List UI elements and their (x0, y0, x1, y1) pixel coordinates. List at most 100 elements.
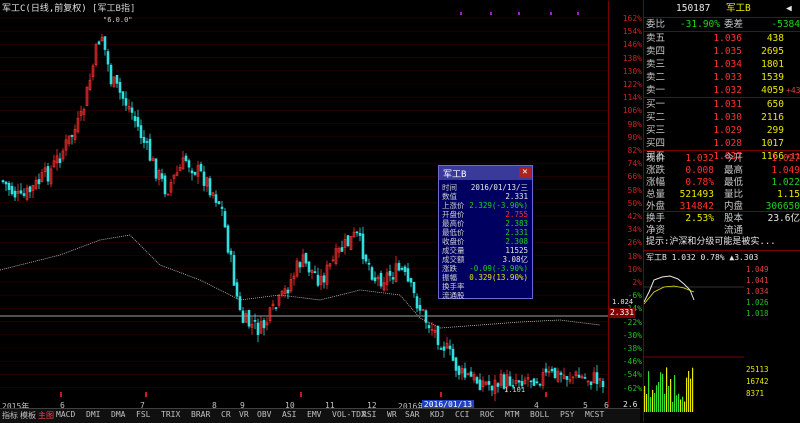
candle-body (115, 75, 119, 84)
tab-mtm[interactable]: MTM (505, 410, 519, 419)
candle-body (316, 274, 320, 286)
candle-body (103, 36, 107, 50)
signal-marker (550, 12, 552, 15)
tab-cci[interactable]: CCI (455, 410, 469, 419)
tab-dma[interactable]: DMA (111, 410, 125, 419)
order-label: 卖二 (646, 72, 666, 83)
order-volume: 4059 (761, 85, 784, 96)
candle-body (133, 116, 137, 122)
tab-kdj[interactable]: KDJ (430, 410, 444, 419)
candle-body (70, 135, 74, 137)
candle-body (163, 175, 167, 195)
tab-brar[interactable]: BRAR (191, 410, 210, 419)
candle-body (529, 380, 533, 383)
kline-info-popup[interactable]: 军工B ✕ 时间 2016/01/13/三 数值 2.331 上涨价 2.329(-3.9… (438, 165, 533, 300)
mini-volume-bar (668, 385, 670, 412)
tab-boll[interactable]: BOLL (530, 410, 549, 419)
event-marker (440, 392, 442, 397)
candle-body (469, 371, 473, 377)
candle-body (37, 179, 41, 185)
mini-price-label: 1.018 (746, 309, 769, 318)
order-label: 买二 (646, 112, 666, 123)
order-row: 卖四 1.035 2695 (644, 45, 800, 58)
tab-emv[interactable]: EMV (307, 410, 321, 419)
tab-fsl[interactable]: FSL (136, 410, 150, 419)
close-icon[interactable]: ✕ (519, 167, 531, 178)
candle-body (463, 368, 467, 378)
mini-footer: 2.6 (623, 400, 638, 409)
tab-asi[interactable]: ASI (282, 410, 296, 419)
candle-body (262, 320, 266, 329)
candle-body (553, 367, 557, 378)
candle-body (193, 171, 197, 175)
candle-body (313, 271, 317, 274)
quote-header: 150187 军工B ◀ (644, 2, 800, 15)
candle-body (361, 233, 365, 260)
mini-price-label: 1.026 (746, 298, 769, 307)
event-marker (60, 392, 62, 397)
tab-dmi[interactable]: DMI (86, 410, 100, 419)
tab-指标[interactable]: 指标 (2, 410, 18, 421)
candle-body (229, 250, 233, 255)
candle-body (475, 377, 479, 384)
candle-body (136, 117, 140, 127)
mini-volume-bar (680, 399, 682, 412)
mini-price-label: 1.049 (746, 265, 769, 274)
panel-expand-icon[interactable]: ◀ (786, 2, 792, 15)
candle-body (97, 41, 101, 45)
tab-vol-tdx[interactable]: VOL-TDX (332, 410, 366, 419)
candle-body (214, 194, 218, 203)
order-price: 1.031 (713, 99, 742, 110)
candle-body (307, 261, 311, 273)
tab-wr[interactable]: WR (387, 410, 397, 419)
candle-body (238, 296, 242, 310)
order-label: 买四 (646, 138, 666, 149)
tab-sar[interactable]: SAR (405, 410, 419, 419)
candle-body (442, 346, 446, 351)
tab-模板[interactable]: 模板 (20, 410, 36, 421)
event-marker (145, 392, 147, 397)
signal-marker (460, 12, 462, 15)
candle-body (340, 247, 344, 252)
candle-body (19, 190, 23, 194)
bibi-row: 委比 -31.90% 委差 -5384 (644, 17, 800, 31)
tab-vr[interactable]: VR (239, 410, 249, 419)
order-volume: 2116 (761, 112, 784, 123)
order-row: 买二 1.030 2116 (644, 111, 800, 124)
candle-body (1, 180, 5, 183)
tab-macd[interactable]: MACD (56, 410, 75, 419)
candle-body (220, 206, 224, 209)
tab-psy[interactable]: PSY (560, 410, 574, 419)
mini-volume-bar (658, 381, 660, 412)
candle-body (589, 381, 593, 386)
candle-body (577, 374, 581, 378)
percent-axis-border (608, 1, 644, 407)
candle-body (457, 366, 461, 375)
tab-mcst[interactable]: MCST (585, 410, 604, 419)
candle-body (58, 158, 62, 163)
tab-trix[interactable]: TRIX (161, 410, 180, 419)
candle-body (409, 278, 413, 283)
signal-marker (490, 12, 492, 15)
order-row: 买三 1.029 299 (644, 124, 800, 137)
event-marker (300, 392, 302, 397)
candle-body (517, 380, 521, 383)
tab-主图[interactable]: 主图 (38, 410, 54, 421)
candle-body (223, 211, 227, 228)
mini-volume-bar (674, 375, 676, 412)
candle-body (400, 267, 404, 270)
order-price: 1.032 (713, 85, 742, 96)
tab-obv[interactable]: OBV (257, 410, 271, 419)
candle-body (520, 381, 524, 386)
candle-body (427, 325, 431, 329)
candle-body (451, 348, 455, 361)
tab-roc[interactable]: ROC (480, 410, 494, 419)
candle-body (13, 190, 17, 198)
tab-cr[interactable]: CR (221, 410, 231, 419)
order-price: 1.029 (713, 125, 742, 136)
mini-volume-label: 25113 (746, 365, 769, 374)
event-marker (545, 392, 547, 397)
tab-rsi[interactable]: RSI (362, 410, 376, 419)
order-change: +4369 (786, 86, 800, 95)
popup-titlebar[interactable]: 军工B ✕ (439, 166, 532, 180)
